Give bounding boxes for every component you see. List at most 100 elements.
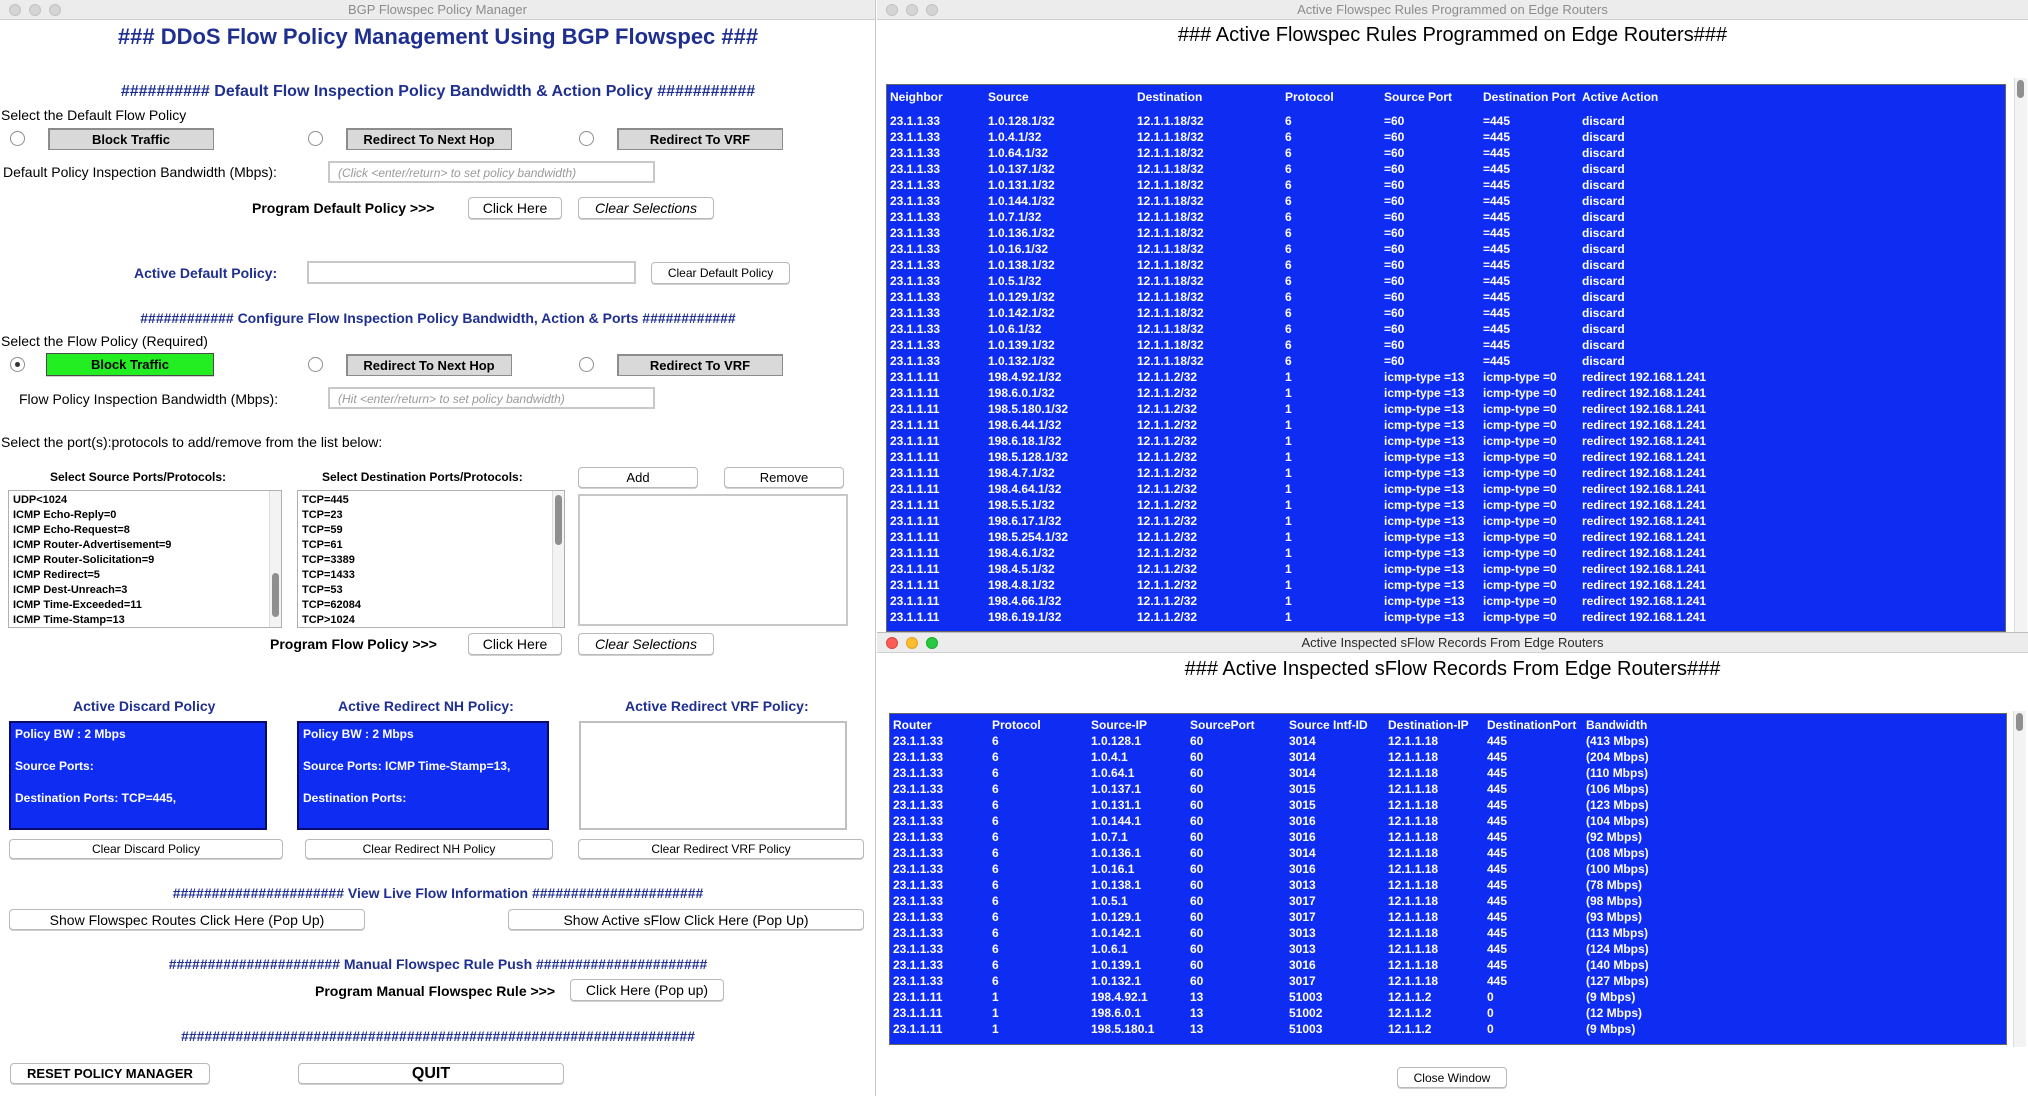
clear-default-policy-button[interactable]: Clear Default Policy (651, 262, 790, 284)
table-cell: 51003 (1289, 1022, 1323, 1036)
default-bw-input[interactable]: (Click <enter/return> to set policy band… (328, 161, 655, 183)
list-item[interactable]: TCP=53 (298, 583, 564, 598)
flow-vrf-radio[interactable] (579, 357, 594, 372)
clear-redirect-nh-policy-button[interactable]: Clear Redirect NH Policy (305, 839, 553, 859)
table-cell: 1.0.64.1 (1091, 766, 1135, 780)
default-vrf-button[interactable]: Redirect To VRF (617, 128, 783, 150)
list-item[interactable]: UDP<1024 (9, 493, 281, 508)
list-item[interactable]: ICMP Echo-Request=8 (9, 523, 281, 538)
clear-redirect-vrf-policy-button[interactable]: Clear Redirect VRF Policy (578, 839, 864, 859)
program-flow-button[interactable]: Click Here (468, 633, 562, 655)
default-vrf-radio[interactable] (579, 131, 594, 146)
flow-vrf-button[interactable]: Redirect To VRF (617, 354, 783, 376)
list-item[interactable]: TCP=3389 (298, 553, 564, 568)
flowspec-zoom-icon[interactable] (926, 4, 938, 16)
destination-ports-scrollbar[interactable] (552, 491, 564, 627)
table-cell: 445 (1487, 910, 1508, 924)
sflow-close-icon[interactable] (886, 637, 898, 649)
close-window-button[interactable]: Close Window (1397, 1067, 1507, 1088)
default-nexthop-button[interactable]: Redirect To Next Hop (346, 128, 512, 150)
table-cell: =445 (1483, 194, 1511, 208)
table-cell: 1.0.129.1/32 (988, 290, 1055, 304)
table-cell: 1.0.128.1 (1091, 734, 1142, 748)
list-item[interactable]: ICMP Echo-Reply=0 (9, 508, 281, 523)
add-button[interactable]: Add (578, 467, 698, 488)
list-item[interactable]: ICMP Router-Solicitation=9 (9, 553, 281, 568)
table-cell: 3014 (1289, 734, 1316, 748)
table-cell: 1 (1285, 514, 1292, 528)
table-cell: redirect 192.168.1.241 (1582, 594, 1707, 608)
list-item[interactable]: TCP=1433 (298, 568, 564, 583)
flow-block-radio[interactable] (10, 357, 25, 372)
show-active-sflow-button[interactable]: Show Active sFlow Click Here (Pop Up) (508, 909, 864, 930)
table-cell: 12.1.1.18 (1388, 782, 1439, 796)
list-item[interactable]: TCP=61 (298, 538, 564, 553)
table-cell: =445 (1483, 210, 1511, 224)
default-block-radio[interactable] (10, 131, 25, 146)
flowspec-minimize-icon[interactable] (906, 4, 918, 16)
flow-bw-input[interactable]: (Hit <enter/return> to set policy bandwi… (328, 387, 655, 409)
table-cell: 3016 (1289, 830, 1316, 844)
zoom-window-icon[interactable] (49, 4, 61, 16)
minimize-window-icon[interactable] (29, 4, 41, 16)
table-cell: 1.0.139.1/32 (988, 338, 1055, 352)
table-cell: discard (1582, 322, 1625, 336)
list-item[interactable]: ICMP Dest-Unreach=3 (9, 583, 281, 598)
list-item[interactable]: TCP=445 (298, 493, 564, 508)
close-window-icon[interactable] (9, 4, 21, 16)
table-cell: 23.1.1.33 (890, 242, 941, 256)
show-flowspec-routes-button[interactable]: Show Flowspec Routes Click Here (Pop Up) (9, 909, 365, 930)
sflow-minimize-icon[interactable] (906, 637, 918, 649)
source-ports-scrollbar[interactable] (269, 491, 281, 627)
flowspec-close-icon[interactable] (886, 4, 898, 16)
table-cell: =445 (1483, 130, 1511, 144)
list-item[interactable]: ICMP Redirect=5 (9, 568, 281, 583)
table-cell: =60 (1384, 242, 1405, 256)
discard-policy-box: Policy BW : 2 Mbps Source Ports: Destina… (9, 721, 267, 830)
manual-rule-button[interactable]: Click Here (Pop up) (570, 979, 724, 1001)
table-cell: 23.1.1.33 (893, 878, 944, 892)
list-item[interactable]: TCP=62084 (298, 598, 564, 613)
table-cell: 3016 (1289, 958, 1316, 972)
flowspec-scrollbar[interactable] (2014, 78, 2027, 632)
sflow-zoom-icon[interactable] (926, 637, 938, 649)
table-cell: icmp-type =13 (1384, 418, 1465, 432)
table-cell: discard (1582, 162, 1625, 176)
table-cell: =60 (1384, 194, 1405, 208)
remove-button[interactable]: Remove (724, 467, 844, 488)
table-cell: 1.0.132.1 (1091, 974, 1142, 988)
flow-bw-label: Flow Policy Inspection Bandwidth (Mbps): (19, 391, 279, 407)
list-item[interactable]: TCP=59 (298, 523, 564, 538)
table-cell: 60 (1190, 862, 1204, 876)
list-item[interactable]: TCP=23 (298, 508, 564, 523)
destination-ports-list[interactable]: TCP=445 TCP=23 TCP=59 TCP=61 TCP=3389 TCP=143… (297, 490, 565, 628)
table-cell: 6 (1285, 338, 1292, 352)
table-cell: 23.1.1.33 (893, 830, 944, 844)
source-ports-list[interactable]: UDP<1024 ICMP Echo-Reply=0 ICMP Echo-Reque… (8, 490, 282, 628)
clear-discard-policy-button[interactable]: Clear Discard Policy (9, 839, 283, 859)
table-cell: =60 (1384, 338, 1405, 352)
list-item[interactable]: ICMP Time-Exceeded=11 (9, 598, 281, 613)
flow-nexthop-button[interactable]: Redirect To Next Hop (346, 354, 512, 376)
list-item[interactable]: TCP>1024 (298, 613, 564, 627)
selected-ports-list[interactable] (578, 494, 848, 626)
table-cell: =60 (1384, 274, 1405, 288)
reset-policy-manager-button[interactable]: RESET POLICY MANAGER (10, 1063, 210, 1084)
clear-flow-selections-button[interactable]: Clear Selections (578, 633, 714, 655)
active-default-label: Active Default Policy: (134, 265, 278, 281)
flow-nexthop-radio[interactable] (308, 357, 323, 372)
default-block-button[interactable]: Block Traffic (48, 128, 214, 150)
quit-button[interactable]: QUIT (298, 1063, 564, 1084)
table-cell: 445 (1487, 766, 1508, 780)
table-cell: 1.0.137.1/32 (988, 162, 1055, 176)
table-cell: 3017 (1289, 910, 1316, 924)
table-cell: 6 (1285, 210, 1292, 224)
flow-block-button[interactable]: Block Traffic (46, 353, 214, 376)
list-item[interactable]: ICMP Time-Stamp=13 (9, 613, 281, 627)
sflow-scrollbar[interactable] (2013, 711, 2026, 1047)
default-nexthop-radio[interactable] (308, 131, 323, 146)
table-cell: 23.1.1.33 (893, 766, 944, 780)
list-item[interactable]: ICMP Router-Advertisement=9 (9, 538, 281, 553)
clear-default-selections-button[interactable]: Clear Selections (578, 197, 714, 219)
program-default-button[interactable]: Click Here (468, 197, 562, 219)
